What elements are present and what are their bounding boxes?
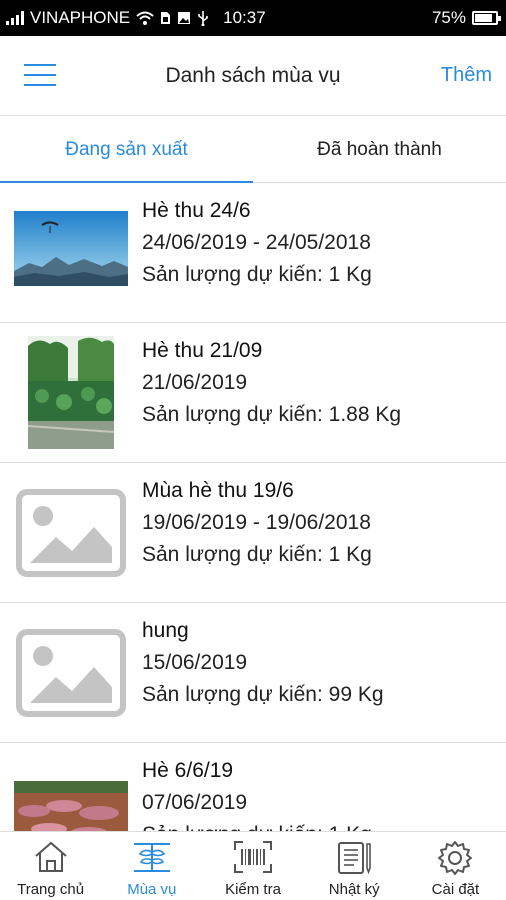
- nav-journal[interactable]: Nhật ký: [304, 832, 405, 900]
- nav-home-label: Trang chủ: [17, 881, 85, 898]
- field-photo-image: [28, 336, 114, 449]
- usb-icon: [198, 11, 208, 26]
- season-text: Hè thu 21/09 21/06/2019 Sản lượng dự kiế…: [142, 335, 401, 431]
- battery-level: [475, 14, 492, 22]
- image-placeholder-icon: [16, 489, 126, 577]
- season-icon: [133, 843, 170, 872]
- season-date: 21/06/2019: [142, 371, 248, 394]
- nav-check[interactable]: Kiểm tra: [202, 832, 303, 900]
- status-left: VINAPHONE 10:37: [6, 8, 266, 28]
- nav-settings[interactable]: Cài đặt: [405, 832, 506, 900]
- nav-settings-label: Cài đặt: [431, 881, 480, 898]
- season-item[interactable]: Hè thu 21/09 21/06/2019 Sản lượng dự kiế…: [0, 323, 506, 463]
- nav-check-label: Kiểm tra: [225, 881, 281, 898]
- nav-season[interactable]: Mùa vụ: [101, 832, 202, 900]
- tab-bar: Đang sản xuất Đã hoàn thành: [0, 117, 506, 183]
- image-placeholder-icon: [16, 629, 126, 717]
- season-date: 19/06/2019 - 19/06/2018: [142, 511, 371, 534]
- season-date: 24/06/2019 - 24/05/2018: [142, 231, 371, 254]
- season-name: Hè thu 24/6: [142, 199, 251, 222]
- nav-home[interactable]: Trang chủ: [0, 832, 101, 900]
- carrier-name: VINAPHONE: [30, 8, 131, 27]
- sim-icon: [161, 12, 171, 24]
- season-name: Hè 6/6/19: [142, 759, 234, 782]
- season-date: 07/06/2019: [142, 791, 248, 814]
- season-list: Hè thu 24/6 24/06/2019 - 24/05/2018 Sản …: [0, 183, 506, 831]
- app-header: Danh sách mùa vụ Thêm: [0, 36, 506, 116]
- tab-in-production[interactable]: Đang sản xuất: [0, 117, 253, 183]
- season-name: Hè thu 21/09: [142, 339, 263, 362]
- status-right: 75%: [431, 8, 501, 28]
- season-item[interactable]: Hè thu 24/6 24/06/2019 - 24/05/2018 Sản …: [0, 183, 506, 323]
- season-yield: Sản lượng dự kiến: 99 Kg: [142, 683, 384, 706]
- battery-percent: 75%: [431, 8, 466, 27]
- field-photo: [28, 336, 114, 449]
- signal-icon: [6, 11, 24, 25]
- season-item[interactable]: Hè 6/6/19 07/06/2019 Sản lượng dự kiến: …: [0, 743, 506, 831]
- season-name: Mùa hè thu 19/6: [142, 479, 294, 502]
- season-item[interactable]: Mùa hè thu 19/6 19/06/2019 - 19/06/2018 …: [0, 463, 506, 603]
- season-text: Mùa hè thu 19/6 19/06/2019 - 19/06/2018 …: [142, 475, 372, 571]
- page-title: Danh sách mùa vụ: [165, 64, 341, 87]
- add-season-button[interactable]: Thêm: [441, 64, 492, 87]
- placeholder-image-icon: [16, 629, 126, 717]
- season-text: Hè thu 24/6 24/06/2019 - 24/05/2018 Sản …: [142, 195, 372, 291]
- wifi-icon: [136, 11, 154, 25]
- sweet-potato-photo-image: [14, 781, 128, 831]
- landscape-photo: [14, 211, 128, 286]
- season-yield: Sản lượng dự kiến: 1 Kg: [142, 263, 372, 286]
- journal-icon: [338, 842, 372, 875]
- barcode-scan-icon: [234, 841, 272, 873]
- season-yield: Sản lượng dự kiến: 1 Kg: [142, 819, 372, 831]
- settings-icon: [438, 841, 473, 875]
- home-icon: [34, 841, 67, 872]
- status-bar: VINAPHONE 10:37 75%: [0, 0, 506, 36]
- season-text: hung 15/06/2019 Sản lượng dự kiến: 99 Kg: [142, 615, 384, 711]
- bottom-navigation: Trang chủ Mùa vụ Kiểm tra Nhật ký Cài đặ…: [0, 831, 506, 900]
- season-yield: Sản lượng dự kiến: 1 Kg: [142, 543, 372, 566]
- season-yield: Sản lượng dự kiến: 1.88 Kg: [142, 403, 402, 426]
- season-date: 15/06/2019: [142, 651, 248, 674]
- season-text: Hè 6/6/19 07/06/2019 Sản lượng dự kiến: …: [142, 755, 372, 831]
- clock: 10:37: [223, 8, 266, 27]
- landscape-photo-image: [14, 211, 128, 286]
- gallery-icon: [178, 12, 191, 24]
- app-screen: VINAPHONE 10:37 75% Danh sách mùa vụ Thê…: [0, 0, 506, 900]
- season-item[interactable]: hung 15/06/2019 Sản lượng dự kiến: 99 Kg: [0, 603, 506, 743]
- battery-icon: [472, 11, 501, 25]
- nav-journal-label: Nhật ký: [328, 881, 380, 898]
- season-name: hung: [142, 619, 189, 642]
- sweet-potato-photo: [14, 781, 128, 831]
- nav-season-label: Mùa vụ: [127, 881, 177, 898]
- placeholder-image-icon: [16, 489, 126, 577]
- tab-completed[interactable]: Đã hoàn thành: [253, 117, 506, 182]
